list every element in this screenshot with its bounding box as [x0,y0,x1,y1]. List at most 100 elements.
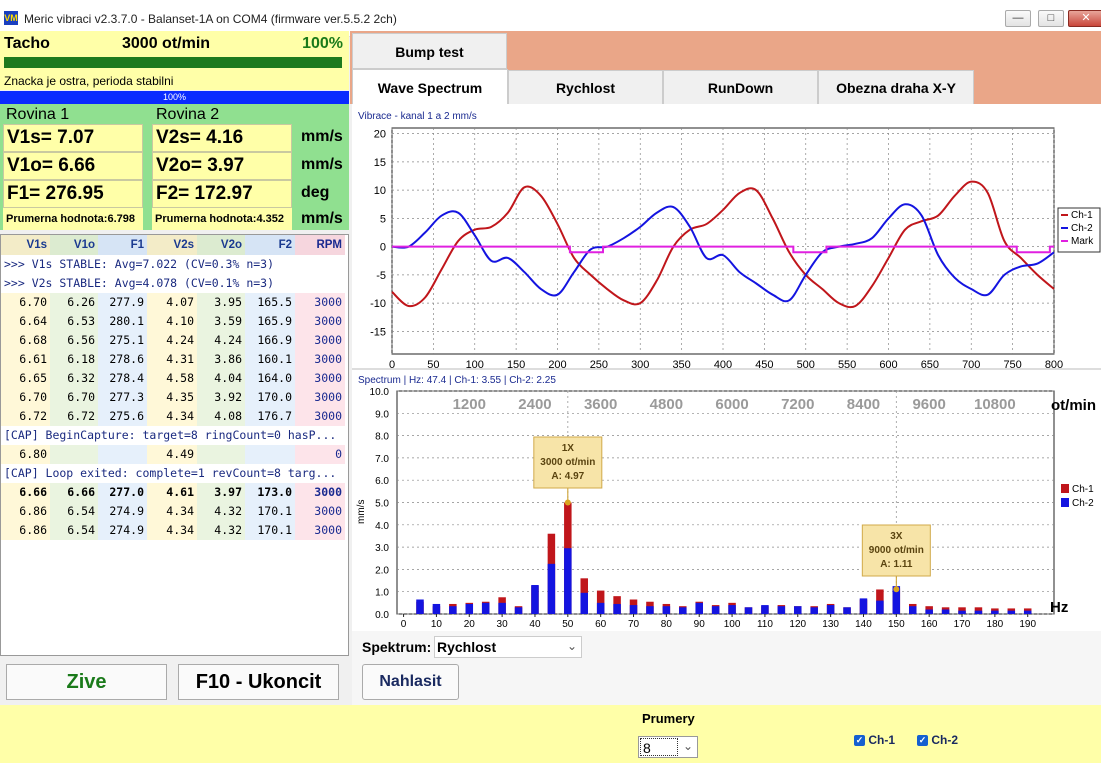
legend-label: Ch-1 [1072,484,1094,495]
tab-orbit[interactable]: Obezna draha X-Y [818,70,974,105]
table-row[interactable]: 6.80 4.49 0 [1,445,348,464]
table-cell: 0 [295,445,345,464]
tacho-signal-bar [4,57,342,68]
table-cell: 166.9 [245,331,295,350]
table-cell: 4.31 [147,350,197,369]
bar-ch2 [498,602,506,614]
table-row[interactable]: 6.72 6.72 275.6 4.34 4.08 176.7 3000 [1,407,348,426]
log-line: [CAP] BeginCapture: target=8 ringCount=0… [1,426,348,445]
bar-ch2 [728,605,736,614]
measurement-table[interactable]: V1s V1o F1 V2s V2o F2 RPM >>> V1s STABLE… [0,234,349,656]
annotation-text: 1X [562,443,575,454]
annotation-text: A: 4.97 [551,471,584,482]
window-title: Meric vibraci v2.3.7.0 - Balanset-1A on … [24,12,397,26]
table-cell: 278.6 [98,350,147,369]
bar-ch2 [1023,610,1032,614]
y-tick-label: 2.0 [375,565,389,576]
unit-label: mm/s [301,128,343,145]
checkbox-checked-icon: ✓ [917,735,928,747]
y-tick-label: 5 [380,213,386,225]
capture-progress-bar: 100% [0,91,349,104]
unit-label: mm/s [301,156,343,173]
table-cell: 6.86 [1,521,50,540]
table-row[interactable]: 6.86 6.54 274.9 4.34 4.32 170.1 3000 [1,502,348,521]
x-tick-label: 10 [431,619,443,630]
table-row[interactable]: 6.64 6.53 280.1 4.10 3.59 165.9 3000 [1,312,348,331]
bar-ch2 [695,602,703,614]
rpm-tick-label: 6000 [715,396,748,413]
live-button[interactable]: Zive [6,664,167,700]
table-row[interactable]: 6.66 6.66 277.0 4.61 3.97 173.0 3000 [1,483,348,502]
table-row[interactable]: 6.61 6.18 278.6 4.31 3.86 160.1 3000 [1,350,348,369]
x-tick-label: 130 [822,619,839,630]
table-cell: 6.80 [1,445,50,464]
legend-label: Mark [1071,236,1094,247]
tab-speed[interactable]: Rychlost [508,70,663,105]
checkbox-checked-icon: ✓ [854,735,865,747]
charts-svg: Vibrace - kanal 1 a 2 mm/s 0 50 100 150 200 2… [352,111,1101,630]
table-cell: 277.9 [98,293,147,312]
tab-rundown[interactable]: RunDown [663,70,818,105]
ch1-checkbox[interactable]: ✓ Ch-1 [854,733,895,747]
table-cell: 6.70 [1,388,50,407]
table-cell: 278.4 [98,369,147,388]
minimize-button[interactable]: — [1005,10,1031,27]
legend-label: Ch-2 [1072,498,1094,509]
averages-select[interactable]: 8 ⌄ [638,736,698,758]
report-button[interactable]: Nahlasit [362,664,459,700]
table-cell: 4.07 [147,293,197,312]
quit-button[interactable]: F10 - Ukoncit [178,664,339,700]
y-tick-label: 4.0 [375,521,389,532]
table-cell: 4.35 [147,388,197,407]
bar-ch2 [580,592,588,614]
spectrum-plot-frame [396,390,1055,615]
maximize-button[interactable]: □ [1038,10,1064,27]
close-button[interactable]: ✕ [1068,10,1101,27]
table-row[interactable]: 6.65 6.32 278.4 4.58 4.04 164.0 3000 [1,369,348,388]
bar-ch2 [646,606,654,614]
spectrum-select-value: Rychlost [437,639,497,655]
bar-ch2 [514,607,523,614]
tab-wave-spectrum[interactable]: Wave Spectrum [352,69,508,105]
table-row[interactable]: 6.70 6.70 277.3 4.35 3.92 170.0 3000 [1,388,348,407]
bar-ch2 [958,610,966,614]
x-tick-label: 170 [954,619,971,630]
table-cell: 6.66 [1,483,50,502]
annotation-point [564,499,571,506]
table-cell: 6.18 [50,350,98,369]
x-tick-label: 30 [497,619,509,630]
table-row[interactable]: 6.86 6.54 274.9 4.34 4.32 170.1 3000 [1,521,348,540]
table-cell: 4.10 [147,312,197,331]
table-header: V1s V1o F1 V2s V2o F2 RPM [1,235,348,255]
spectrum-select[interactable]: Rychlost ⌄ [434,636,582,658]
unit-label: mm/s [301,210,343,227]
legend-label: Ch-2 [1071,223,1093,234]
bottom-bar: Prumery 8 ⌄ ✓ Ch-1 ✓ Ch-2 [0,705,1101,763]
table-row[interactable]: 6.70 6.26 277.9 4.07 3.95 165.5 3000 [1,293,348,312]
x-tick-label: 100 [724,619,741,630]
v1o-value: V1o= 6.66 [3,152,143,180]
tab-bump-test[interactable]: Bump test [352,33,507,69]
x-tick-label: 150 [888,619,905,630]
annotation-point [893,586,900,593]
bar-ch2 [843,607,851,614]
y-tick-label: 7.0 [375,454,389,465]
legend-swatch [1061,498,1069,507]
table-cell [98,445,147,464]
rpm-tick-label: 7200 [781,396,814,413]
f2-value: F2= 172.97 [152,180,292,208]
table-cell: 3000 [295,369,345,388]
column-header: RPM [295,235,345,255]
table-cell: 4.34 [147,521,197,540]
x-tick-label: 120 [789,619,806,630]
table-cell: 6.61 [1,350,50,369]
table-row[interactable]: 6.68 6.56 275.1 4.24 4.24 166.9 3000 [1,331,348,350]
f1-value: F1= 276.95 [3,180,143,208]
table-cell: 4.32 [197,521,245,540]
table-cell: 170.0 [245,388,295,407]
spectrum-select-label: Spektrum: [362,639,432,655]
rpm-tick-label: 8400 [847,396,880,413]
ch2-checkbox[interactable]: ✓ Ch-2 [917,733,958,747]
averages-select-value: 8 [640,738,678,756]
bar-ch2 [432,603,441,614]
